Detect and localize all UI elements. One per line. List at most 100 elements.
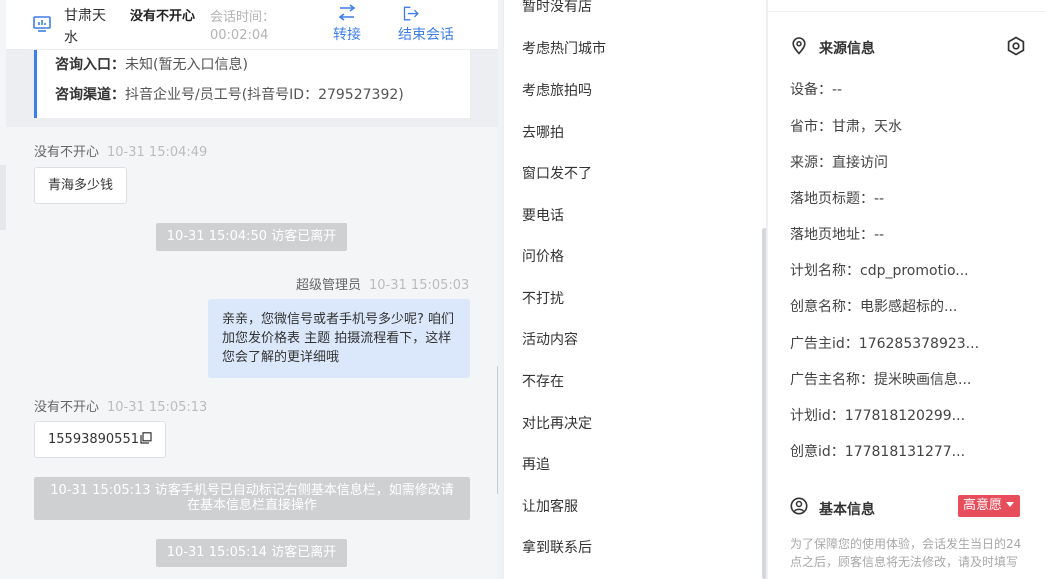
message-sender: 没有不开心 [34, 400, 100, 415]
field-value: -- [874, 191, 885, 207]
field-value: 电影感超标的... [860, 299, 958, 315]
intent-level-label: 高意愿 [963, 498, 1003, 513]
quick-phrase-item[interactable]: 去哪拍 [522, 122, 564, 142]
field-value: 提米映画信息... [874, 372, 972, 388]
consult-entry: 咨询入口：未知(暂无入口信息) [55, 50, 470, 80]
field-label: 落地页地址： [790, 227, 874, 243]
message-sender: 没有不开心 [34, 145, 100, 160]
quick-phrase-item[interactable]: 暂时没有店 [522, 0, 592, 16]
quick-phrase-item[interactable]: 窗口发不了 [522, 163, 592, 183]
chat-scrollbar[interactable] [497, 365, 498, 495]
system-tip: 10-31 15:05:14 访客已离开 [156, 539, 347, 567]
exit-icon [403, 6, 419, 21]
message-meta: 没有不开心 10-31 15:05:13 [34, 396, 207, 415]
settings-hex-icon[interactable] [1006, 36, 1026, 56]
field-value: -- [832, 82, 843, 98]
intent-level-dropdown[interactable]: 高意愿 [958, 495, 1021, 517]
source-field-advertiser-name: 广告主名称：提米映画信息... [790, 369, 971, 389]
field-label: 广告主名称： [790, 372, 874, 388]
phone-number-text: 15593890551 [48, 432, 139, 447]
field-label: 创意名称： [790, 299, 860, 315]
field-label: 计划id： [790, 408, 845, 424]
visitor-location: 甘肃天水 [64, 8, 106, 46]
basic-info-title: 基本信息 [819, 502, 875, 518]
transfer-icon [338, 4, 356, 21]
visitor-name: 没有不开心 [130, 9, 196, 24]
consult-channel: 咨询渠道：抖音企业号/员工号(抖音号ID：279527392) [55, 80, 470, 110]
field-label: 来源： [790, 155, 832, 171]
quick-phrase-item[interactable]: 要电话 [522, 205, 564, 225]
source-field-advertiser-id: 广告主id：176285378923... [790, 333, 979, 353]
chat-workspace: 甘肃天水 没有不开心 会话时间： 00:02:04 转接 结束会话 咨询入口：未… [0, 0, 1046, 579]
source-field-device: 设备：-- [790, 79, 842, 99]
quick-phrase-item[interactable]: 活动内容 [522, 329, 578, 349]
source-field-creative-id: 创意id：177818131277... [790, 441, 965, 461]
field-label: 创意id： [790, 444, 845, 460]
visitor-info-panel: 来源信息 设备：-- 省市：甘肃，天水 来源：直接访问 落地页标题：-- 落地页… [768, 0, 1046, 579]
transfer-label: 转接 [333, 27, 361, 43]
message-sender: 超级管理员 [296, 278, 362, 293]
source-field-plan-id: 计划id：177818120299... [790, 405, 965, 425]
source-field-creative-name: 创意名称：电影感超标的... [790, 296, 957, 316]
location-pin-icon [792, 37, 806, 55]
field-value: 177818120299... [844, 408, 966, 424]
field-label: 广告主id： [790, 336, 859, 352]
field-value: -- [874, 227, 885, 243]
field-value: 176285378923... [858, 336, 980, 352]
message-time: 10-31 15:05:13 [107, 400, 208, 415]
quick-phrase-item[interactable]: 考虑热门城市 [522, 38, 606, 58]
quick-phrase-item[interactable]: 让加客服 [522, 496, 578, 516]
field-label: 落地页标题： [790, 191, 874, 207]
edit-notice: 为了保障您的使用体验，会话发生当日的24点之后，顾客信息将无法修改，请及时填写 [790, 537, 1022, 569]
quick-phrase-item[interactable]: 对比再决定 [522, 413, 592, 433]
side-tab-edge[interactable] [0, 165, 6, 230]
consult-info-strip: 咨询入口：未知(暂无入口信息) 咨询渠道：抖音企业号/员工号(抖音号ID：279… [6, 50, 498, 127]
message-meta: 超级管理员 10-31 15:05:03 [296, 274, 469, 293]
monitor-icon [33, 16, 51, 32]
source-field-landing-title: 落地页标题：-- [790, 188, 884, 208]
source-field-source: 来源：直接访问 [790, 152, 888, 172]
quick-phrase-item[interactable]: 考虑旅拍吗 [522, 80, 592, 100]
field-value: cdp_promotio... [860, 263, 969, 279]
consult-info-card: 咨询入口：未知(暂无入口信息) 咨询渠道：抖音企业号/员工号(抖音号ID：279… [34, 50, 470, 118]
copy-icon[interactable] [140, 432, 152, 444]
end-session-button[interactable]: 结束会话 [398, 4, 468, 44]
caret-down-icon [1006, 502, 1015, 507]
field-value: 直接访问 [832, 155, 888, 171]
quick-phrase-list: 暂时没有店 考虑热门城市 考虑旅拍吗 去哪拍 窗口发不了 要电话 问价格 不打扰… [503, 0, 767, 579]
visitor-message-bubble[interactable]: 青海多少钱 [34, 167, 128, 204]
panel-divider [768, 0, 1046, 12]
session-header: 甘肃天水 没有不开心 会话时间： 00:02:04 转接 结束会话 [6, 0, 498, 50]
field-label: 计划名称： [790, 263, 860, 279]
quick-phrase-item[interactable]: 问价格 [522, 246, 564, 266]
system-tip: 10-31 15:04:50 访客已离开 [156, 223, 347, 251]
consult-channel-label: 咨询渠道： [55, 87, 125, 103]
field-label: 省市： [790, 119, 832, 135]
quick-phrase-item[interactable]: 拿到联系后 [522, 537, 592, 557]
message-meta: 没有不开心 10-31 15:04:49 [34, 141, 207, 160]
chat-panel: 甘肃天水 没有不开心 会话时间： 00:02:04 转接 结束会话 咨询入口：未… [0, 0, 498, 579]
transfer-button[interactable]: 转接 [328, 4, 366, 44]
agent-message-bubble[interactable]: 亲亲，您微信号或者手机号多少呢? 咱们加您发价格表 主题 拍摄流程看下，这样您会… [208, 299, 470, 378]
session-time-label: 会话时间： [210, 10, 276, 25]
quick-phrase-item[interactable]: 再追 [522, 454, 550, 474]
source-field-landing-url: 落地页地址：-- [790, 224, 884, 244]
quick-phrase-item[interactable]: 不打扰 [522, 288, 564, 308]
source-info-title: 来源信息 [819, 41, 875, 57]
field-value: 177818131277... [844, 444, 966, 460]
system-tip: 10-31 15:05:13 访客手机号已自动标记右侧基本信息栏，如需修改请在基… [34, 477, 470, 520]
source-field-plan-name: 计划名称：cdp_promotio... [790, 260, 969, 280]
phrase-scrollbar[interactable] [762, 228, 766, 579]
visitor-message-bubble[interactable]: 15593890551 [34, 421, 166, 458]
field-label: 设备： [790, 82, 832, 98]
consult-entry-label: 咨询入口： [55, 57, 125, 73]
end-session-label: 结束会话 [398, 27, 454, 43]
consult-entry-value: 未知(暂无入口信息) [125, 57, 248, 73]
consult-channel-value: 抖音企业号/员工号(抖音号ID：279527392) [125, 87, 404, 103]
message-time: 10-31 15:05:03 [369, 278, 470, 293]
user-circle-icon [790, 497, 808, 515]
quick-phrase-item[interactable]: 不存在 [522, 371, 564, 391]
message-time: 10-31 15:04:49 [107, 145, 208, 160]
session-time-value: 00:02:04 [210, 28, 269, 43]
field-value: 甘肃，天水 [832, 119, 902, 135]
